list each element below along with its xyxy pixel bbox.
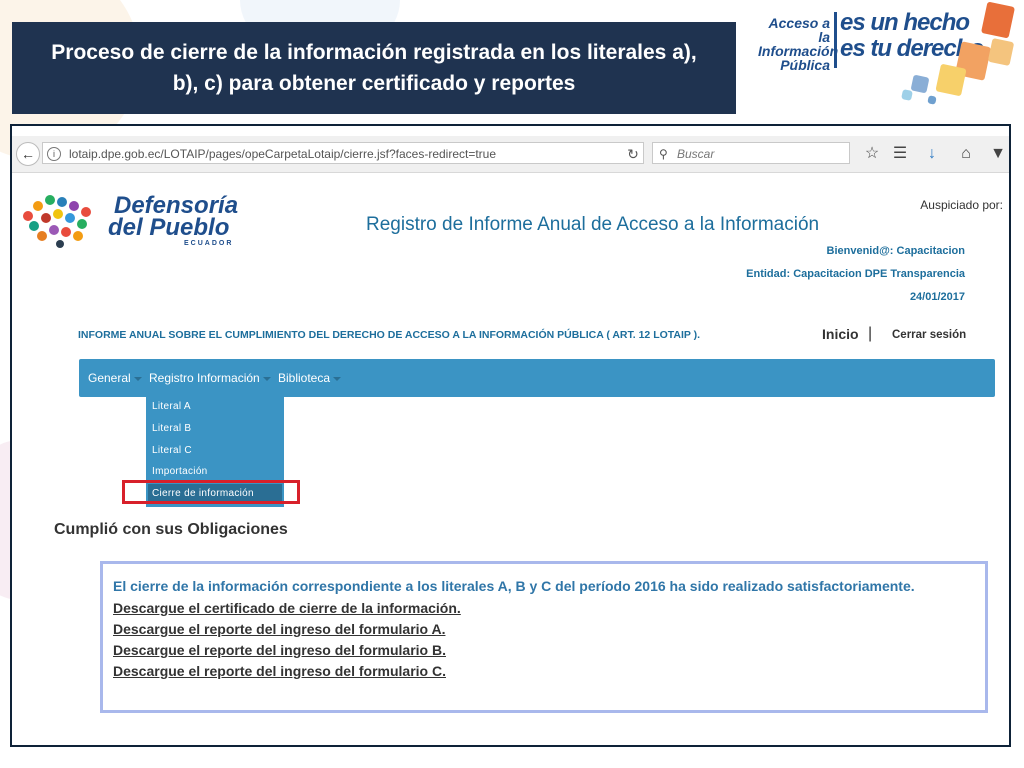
- logo-country: ECUADOR: [184, 240, 234, 247]
- logo-square: [987, 37, 1015, 67]
- nav-biblioteca[interactable]: Biblioteca: [278, 359, 342, 397]
- address-bar[interactable]: i lotaip.dpe.gob.ec/LOTAIP/pages/opeCarp…: [42, 142, 644, 164]
- logo-square: [935, 63, 967, 97]
- obligations-heading: Cumplió con sus Obligaciones: [54, 521, 288, 538]
- nav-general[interactable]: General: [88, 359, 142, 397]
- menu-item-importacion[interactable]: Importación: [152, 462, 208, 482]
- info-icon[interactable]: i: [47, 147, 61, 161]
- slide-title: Proceso de cierre de la información regi…: [12, 22, 736, 114]
- logo-square: [901, 89, 913, 101]
- reading-list-icon[interactable]: ☰: [890, 144, 910, 164]
- search-placeholder: Buscar: [677, 147, 715, 161]
- date-text: 24/01/2017: [909, 291, 965, 303]
- screenshot-frame: ← i lotaip.dpe.gob.ec/LOTAIP/pages/opeCa…: [10, 124, 1011, 747]
- defensoria-logo: Defensoría del Pueblo ECUADOR: [20, 188, 260, 252]
- logo-left-text: Acceso a la Información Pública: [758, 15, 839, 73]
- success-message: El cierre de la información correspondie…: [113, 578, 915, 594]
- download-report-b-link[interactable]: Descargue el reporte del ingreso del for…: [113, 642, 446, 658]
- entity-text: Entidad: Capacitacion DPE Transparencia: [746, 268, 965, 280]
- reload-icon[interactable]: ↻: [623, 143, 643, 165]
- caret-down-icon: [333, 376, 342, 381]
- caret-down-icon: [133, 376, 142, 381]
- nav-label: Registro Información: [149, 371, 260, 385]
- report-heading: INFORME ANUAL SOBRE EL CUMPLIMIENTO DEL …: [78, 329, 701, 341]
- welcome-text: Bienvenid@: Capacitacion: [826, 245, 965, 257]
- nav-label: General: [88, 371, 131, 385]
- search-icon: ⚲: [659, 147, 668, 161]
- menu-item-literal-a[interactable]: Literal A: [152, 397, 191, 417]
- separator: |: [868, 325, 873, 342]
- campaign-logo: Acceso a la Información Pública es un he…: [752, 1, 1022, 118]
- logo-square: [927, 95, 937, 105]
- download-report-a-link[interactable]: Descargue el reporte del ingreso del for…: [113, 621, 445, 637]
- sponsored-label: Auspiciado por:: [920, 198, 1003, 212]
- result-message-box: El cierre de la información correspondie…: [100, 561, 988, 713]
- logout-link[interactable]: Cerrar sesión: [892, 329, 966, 341]
- browser-search-input[interactable]: ⚲ Buscar: [652, 142, 850, 164]
- url-text: lotaip.dpe.gob.ec/LOTAIP/pages/opeCarpet…: [69, 147, 497, 161]
- logo-square: [910, 74, 930, 94]
- back-arrow-icon[interactable]: ←: [16, 142, 40, 166]
- menu-item-literal-c[interactable]: Literal C: [152, 441, 192, 461]
- download-icon[interactable]: ↓: [922, 144, 942, 164]
- bookmark-star-icon[interactable]: ☆: [862, 144, 882, 164]
- caret-down-icon: [262, 376, 271, 381]
- pocket-icon[interactable]: ▼: [988, 144, 1008, 164]
- home-link[interactable]: Inicio: [822, 326, 859, 342]
- logo-square: [980, 1, 1016, 39]
- highlight-annotation-box: [122, 480, 300, 504]
- home-icon[interactable]: ⌂: [956, 144, 976, 164]
- user-info: Bienvenid@: Capacitacion Entidad: Capaci…: [746, 240, 965, 309]
- browser-toolbar: ← i lotaip.dpe.gob.ec/LOTAIP/pages/opeCa…: [12, 136, 1009, 173]
- nav-label: Biblioteca: [278, 371, 331, 385]
- download-report-c-link[interactable]: Descargue el reporte del ingreso del for…: [113, 663, 446, 679]
- nav-registro-informacion[interactable]: Registro Información: [149, 359, 271, 397]
- logo-line-1: es un hecho: [840, 9, 970, 36]
- logo-divider: [834, 12, 837, 68]
- logo-word-pueblo: del Pueblo: [108, 214, 230, 241]
- menu-item-literal-b[interactable]: Literal B: [152, 419, 191, 439]
- people-dots-icon: [23, 195, 91, 248]
- download-certificate-link[interactable]: Descargue el certificado de cierre de la…: [113, 600, 461, 616]
- page-title: Registro de Informe Anual de Acceso a la…: [366, 214, 820, 235]
- main-navbar: General Registro Información Biblioteca: [79, 359, 995, 397]
